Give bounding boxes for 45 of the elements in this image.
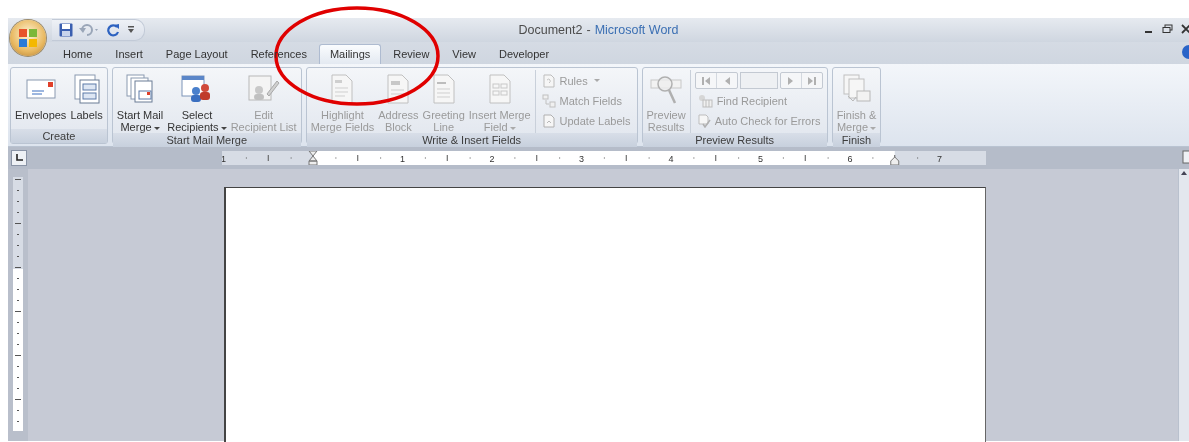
tab-selector-button[interactable] bbox=[11, 150, 27, 166]
ribbon-tab[interactable]: Home bbox=[52, 44, 104, 64]
document-icon bbox=[541, 73, 556, 88]
ribbon-button[interactable]: Start Mail Merge bbox=[114, 70, 166, 133]
document-icon bbox=[541, 113, 556, 128]
group-title: Finish bbox=[832, 133, 881, 147]
person-grid-icon bbox=[696, 93, 713, 108]
people-list-icon bbox=[180, 74, 213, 104]
edit-list-icon bbox=[247, 74, 280, 104]
logo bbox=[17, 27, 39, 49]
ribbon-tab[interactable]: Review bbox=[382, 44, 441, 64]
grid-icon bbox=[541, 93, 556, 108]
group-title: Write & Insert Fields bbox=[306, 133, 637, 147]
close-icon[interactable] bbox=[1181, 24, 1189, 36]
document-icon bbox=[431, 74, 456, 104]
ribbon-tab[interactable]: Insert bbox=[104, 44, 154, 64]
ribbon-button[interactable]: Envelopes bbox=[13, 70, 69, 129]
ribbon-button[interactable]: Labels bbox=[68, 70, 105, 129]
ribbon-tab[interactable]: Mailings bbox=[318, 44, 382, 64]
document-icon bbox=[330, 74, 355, 104]
ribbon-button[interactable]: Select Recipients bbox=[165, 70, 229, 133]
tab-stop-icon bbox=[15, 154, 23, 162]
group-title: Preview Results bbox=[642, 133, 827, 147]
ribbon-tab[interactable]: View bbox=[441, 44, 487, 64]
app-name: Microsoft Word bbox=[594, 23, 679, 37]
ribbon-tab[interactable]: Page Layout bbox=[154, 44, 239, 64]
save-icon[interactable] bbox=[58, 22, 74, 38]
group-title: Create bbox=[11, 129, 107, 143]
last-record-icon[interactable] bbox=[806, 75, 817, 86]
horizontal-ruler[interactable]: 1 1 2 3 4 5 6 7 bbox=[222, 151, 986, 165]
window-title: Document2 bbox=[518, 23, 583, 37]
document-icon bbox=[487, 74, 512, 104]
documents-icon bbox=[841, 74, 872, 104]
redo-icon[interactable] bbox=[106, 22, 122, 38]
title-separator: - bbox=[586, 23, 591, 37]
record-field[interactable] bbox=[739, 72, 778, 89]
document-check-icon bbox=[696, 113, 711, 128]
envelope-icon bbox=[25, 77, 56, 101]
magnifier-icon bbox=[650, 73, 683, 105]
label-sheet-icon bbox=[73, 74, 100, 104]
ribbon-tab[interactable]: Developer bbox=[488, 44, 561, 64]
group-title: Start Mail Merge bbox=[112, 133, 301, 147]
document-stack-icon bbox=[125, 74, 156, 104]
scrollbar[interactable] bbox=[1178, 169, 1189, 441]
restore-icon[interactable] bbox=[1162, 24, 1173, 36]
